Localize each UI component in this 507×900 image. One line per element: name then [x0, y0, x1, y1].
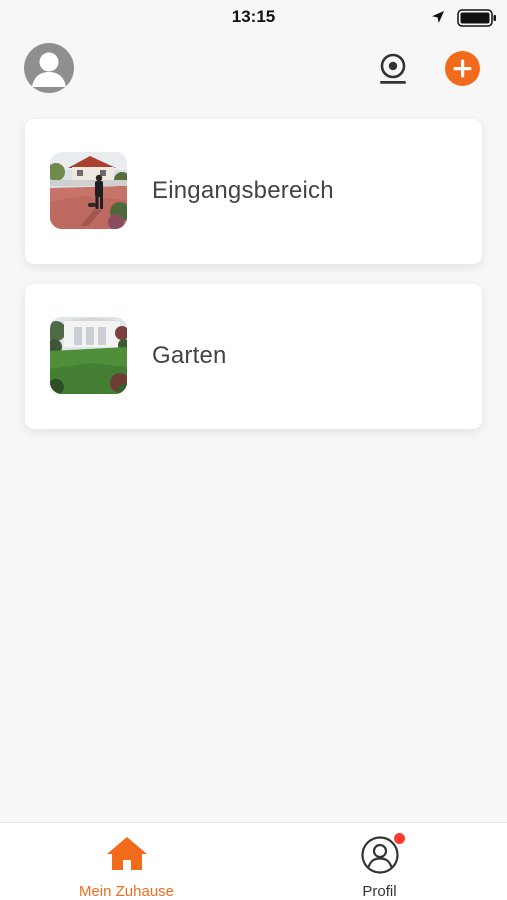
room-card-garten[interactable]: Garten — [25, 284, 482, 429]
avatar[interactable] — [24, 43, 74, 93]
room-label: Garten — [152, 342, 227, 369]
tab-label: Mein Zuhause — [78, 883, 175, 900]
notification-dot — [394, 833, 405, 844]
tab-profil[interactable]: Profil — [253, 823, 506, 900]
status-bar: 13:15 — [0, 0, 507, 36]
user-avatar-icon — [32, 52, 66, 87]
entrance-photo — [50, 152, 127, 229]
battery-icon — [457, 9, 497, 32]
room-thumbnail — [50, 317, 127, 394]
add-button[interactable] — [445, 51, 480, 86]
webcam-icon — [380, 53, 406, 84]
camera-button[interactable] — [378, 52, 408, 86]
home-icon — [106, 835, 148, 876]
tab-bar: Mein Zuhause Profil — [0, 822, 507, 900]
location-arrow-icon — [431, 10, 445, 29]
plus-icon — [453, 59, 472, 78]
tab-mein-zuhause[interactable]: Mein Zuhause — [0, 823, 253, 900]
room-card-eingangsbereich[interactable]: Eingangsbereich — [25, 119, 482, 264]
room-label: Eingangsbereich — [152, 177, 334, 204]
garden-photo — [50, 317, 127, 394]
tab-label: Profil — [362, 883, 397, 900]
profile-icon — [360, 835, 400, 880]
room-thumbnail — [50, 152, 127, 229]
